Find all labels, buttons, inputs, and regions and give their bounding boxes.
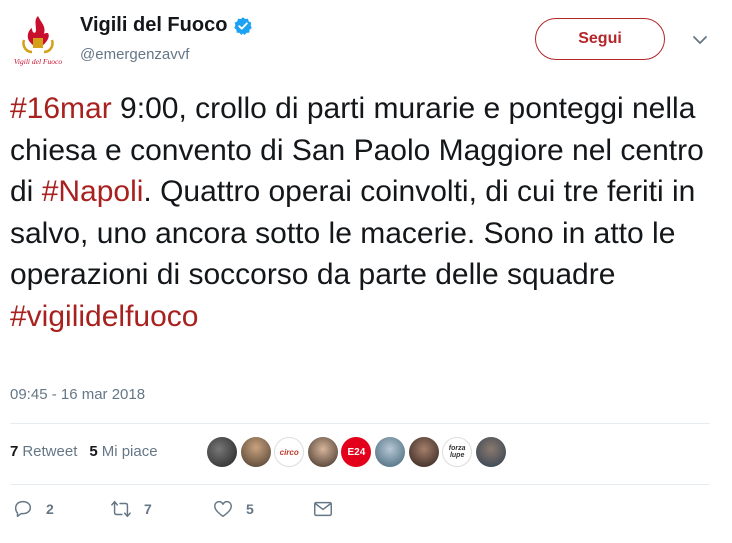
envelope-icon bbox=[314, 501, 332, 517]
retweet-stat-label[interactable]: Retweet bbox=[22, 443, 77, 460]
likers-avatars: circo E24 forza lupe bbox=[207, 437, 509, 467]
tweet-actions: 2 7 5 bbox=[10, 498, 730, 528]
fire-brigade-logo[interactable]: Vigili del Fuoco bbox=[12, 12, 64, 68]
chevron-down-icon[interactable] bbox=[690, 30, 710, 50]
engagement-stats: 7 Retweet 5 Mi piace bbox=[10, 443, 170, 460]
retweet-button[interactable]: 7 bbox=[110, 498, 152, 520]
liker-avatar-7[interactable] bbox=[408, 437, 439, 467]
hashtag-link[interactable]: #vigilidelfuoco bbox=[10, 300, 198, 333]
liker-avatar-1[interactable] bbox=[207, 437, 237, 467]
tweet-timestamp[interactable]: 09:45 - 16 mar 2018 bbox=[10, 386, 145, 403]
liker-avatar-8[interactable]: forza lupe bbox=[442, 437, 473, 467]
like-button[interactable]: 5 bbox=[212, 498, 254, 520]
direct-message-button[interactable] bbox=[312, 498, 334, 520]
retweet-icon bbox=[111, 500, 131, 518]
reply-button[interactable]: 2 bbox=[12, 498, 54, 520]
logo-lettering: Vigili del Fuoco bbox=[14, 57, 62, 66]
follow-button[interactable]: Segui bbox=[535, 18, 665, 60]
liker-avatar-4[interactable] bbox=[307, 437, 338, 467]
heart-icon bbox=[214, 500, 232, 518]
like-count: 5 bbox=[246, 501, 254, 517]
avatar-label: E24 bbox=[347, 446, 366, 458]
divider-top bbox=[10, 423, 710, 424]
reply-count: 2 bbox=[46, 501, 54, 517]
hashtag-link[interactable]: #16mar bbox=[10, 92, 112, 125]
display-name[interactable]: Vigili del Fuoco bbox=[80, 14, 227, 37]
liker-avatar-5[interactable]: E24 bbox=[341, 437, 372, 467]
liker-avatar-3[interactable]: circo bbox=[274, 437, 305, 467]
divider-bottom bbox=[10, 484, 710, 485]
user-handle[interactable]: @emergenzavvf bbox=[80, 46, 189, 63]
avatar-label: circo bbox=[279, 447, 299, 457]
retweet-stat-count[interactable]: 7 bbox=[10, 443, 18, 460]
retweet-count: 7 bbox=[144, 501, 152, 517]
name-row: Vigili del Fuoco bbox=[80, 14, 253, 37]
liker-avatar-6[interactable] bbox=[374, 437, 405, 467]
like-stat-count[interactable]: 5 bbox=[89, 443, 97, 460]
reply-icon bbox=[14, 500, 32, 518]
liker-avatar-9[interactable] bbox=[475, 437, 506, 467]
tweet-header: Vigili del Fuoco Vigili del Fuoco @emerg… bbox=[0, 0, 732, 80]
hashtag-link[interactable]: #Napoli bbox=[42, 175, 144, 208]
tweet-text: #16mar 9:00, crollo di parti murarie e p… bbox=[10, 88, 725, 337]
liker-avatar-2[interactable] bbox=[240, 437, 271, 467]
avatar-label: forza lupe bbox=[448, 445, 466, 459]
like-stat-label[interactable]: Mi piace bbox=[102, 443, 158, 460]
verified-badge-icon bbox=[234, 16, 253, 35]
